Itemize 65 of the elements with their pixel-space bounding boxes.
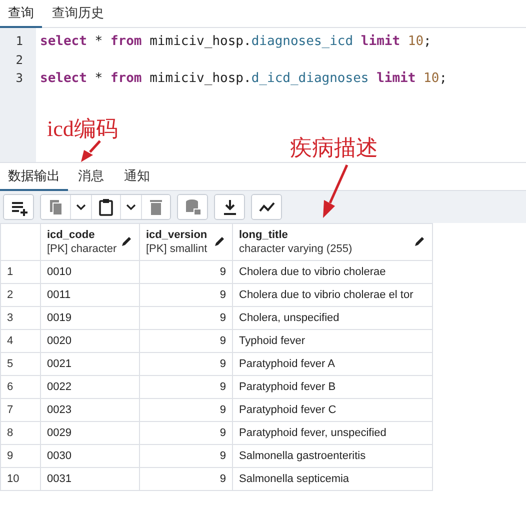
toolbar-button[interactable] [4,195,33,219]
row-number: 4 [0,330,40,352]
table-cell: Paratyphoid fever A [232,352,432,376]
row-number: 8 [0,422,40,444]
table-cell: 0022 [40,376,140,398]
table-cell: 0029 [40,422,140,444]
column-type: [PK] smallint [146,243,208,255]
column-header: icd_version [146,229,208,241]
table-cell: 9 [140,468,232,490]
line-number: 2 [14,52,24,68]
table-cell: 9 [140,398,232,422]
table-cell: 0031 [40,468,140,490]
toolbar-button[interactable] [215,195,244,219]
table-cell: 9 [140,352,232,376]
table-cell: Paratyphoid fever, unspecified [232,422,432,444]
annotation-text: 疾病描述 [290,137,378,159]
annotation-arrow [81,140,101,162]
table-cell: 9 [140,306,232,330]
clipboard-icon [96,197,116,217]
table-cell: 0030 [40,444,140,468]
table-cell: Cholera due to vibrio cholerae el tor [232,284,432,306]
table-cell: Paratyphoid fever C [232,398,432,422]
tab[interactable]: 通知 [114,163,160,191]
table-cell: 9 [140,422,232,444]
table-cell: Salmonella gastroenteritis [232,444,432,468]
tab[interactable]: 查询历史 [42,0,114,28]
code-line: select * from mimiciv_hosp.d_icd_diagnoses limit 10; [40,71,448,88]
row-number: 6 [0,376,40,398]
table-cell: 9 [140,284,232,306]
column-type: character varying (255) [239,243,354,255]
table-cell: Cholera due to vibrio cholerae [232,260,432,284]
table-cell: 9 [140,444,232,468]
line-number: 3 [14,71,24,87]
annotation-text: icd编码 [47,118,118,140]
row-number: 7 [0,398,40,422]
table-cell: Cholera, unspecified [232,306,432,330]
table-cell: Paratyphoid fever B [232,376,432,398]
row-number: 10 [0,468,40,490]
table-cell: Salmonella septicemia [232,468,432,490]
table-cell: Typhoid fever [232,330,432,352]
code-line: select * from mimiciv_hosp.diagnoses_icd limit 10; [40,34,432,51]
column-header: long_title [239,229,289,241]
table-cell: 0021 [40,352,140,376]
pencil-icon[interactable] [214,235,226,247]
row-number: 2 [0,284,40,306]
table-cell: 0023 [40,398,140,422]
table-cell: 0010 [40,260,140,284]
table-cell: 0019 [40,306,140,330]
row-number: 3 [0,306,40,330]
table-cell: 9 [140,330,232,352]
annotation-arrow [323,164,348,218]
row-number: 5 [0,352,40,376]
tab[interactable]: 消息 [68,163,114,191]
table-cell: 0011 [40,284,140,306]
toolbar-button[interactable] [252,195,281,219]
table-cell: 0020 [40,330,140,352]
pencil-icon[interactable] [414,235,426,247]
column-type: [PK] character [47,243,118,255]
column-header: icd_code [47,229,96,241]
row-number: 1 [0,260,40,284]
pencil-icon[interactable] [121,235,133,247]
table-cell: 9 [140,260,232,284]
table-cell: 9 [140,376,232,398]
row-number: 9 [0,444,40,468]
line-number: 1 [14,34,24,50]
